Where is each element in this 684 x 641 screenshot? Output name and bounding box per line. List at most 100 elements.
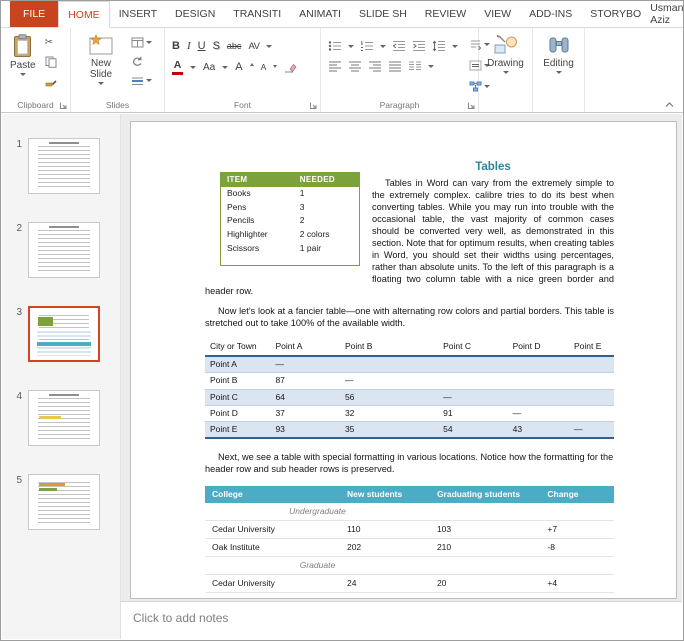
cell: 53: [430, 592, 540, 599]
column-header: ITEM: [221, 173, 294, 187]
italic-button[interactable]: I: [187, 40, 191, 52]
cell: [430, 503, 540, 521]
tab-home[interactable]: HOME: [58, 1, 110, 28]
group-clipboard: Paste ✂ Clipboard: [1, 28, 71, 112]
layout-button[interactable]: [129, 35, 154, 50]
chevron-down-icon: [556, 71, 562, 74]
drawing-button[interactable]: Drawing: [483, 31, 528, 74]
green-bordered-table[interactable]: ITEM NEEDED Books1 Pens3 Pencils2 Highli…: [220, 172, 360, 266]
chevron-down-icon: [503, 71, 509, 74]
font-color-swatch: [172, 72, 183, 75]
tab-file[interactable]: FILE: [10, 1, 58, 27]
underline-button[interactable]: U: [198, 40, 206, 52]
bold-button[interactable]: B: [172, 40, 180, 52]
thumbnail-item-1: 1: [14, 138, 120, 194]
slide-canvas[interactable]: ITEM NEEDED Books1 Pens3 Pencils2 Highli…: [130, 121, 677, 599]
cell: 1 pair: [294, 242, 359, 256]
table-row: Pens3: [221, 201, 359, 215]
thumbnail-item-4: 4: [14, 390, 120, 446]
cell: Cedar University: [205, 520, 340, 538]
chevron-down-icon: [146, 41, 152, 44]
numbering-button[interactable]: [360, 40, 374, 52]
new-slide-button[interactable]: New Slide: [75, 31, 127, 88]
slide-thumbnail-3-selected[interactable]: [28, 306, 100, 362]
paragraph-fancier-table[interactable]: Now let’s look at a fancier table—one wi…: [205, 306, 614, 330]
change-case-button[interactable]: Aa: [203, 62, 215, 73]
cell: 210: [430, 538, 540, 556]
line-spacing-button[interactable]: [432, 40, 446, 52]
decrease-indent-button[interactable]: [392, 40, 406, 52]
justify-button[interactable]: [388, 60, 402, 72]
grow-arrow-icon: [250, 63, 254, 66]
bullets-button[interactable]: [328, 40, 342, 52]
notes-pane[interactable]: Click to add notes: [121, 601, 682, 639]
cell: 56: [340, 389, 438, 405]
cell: [569, 389, 614, 405]
cell: 54: [438, 421, 508, 438]
shrink-font-button[interactable]: A: [261, 62, 267, 72]
dialog-launcher-icon[interactable]: [59, 101, 68, 110]
slide-number: 4: [14, 390, 22, 446]
tab-slideshow[interactable]: SLIDE SH: [350, 1, 416, 27]
format-painter-button[interactable]: [43, 73, 59, 88]
cell: —: [438, 389, 508, 405]
cell: 93: [270, 421, 340, 438]
new-slide-icon: [88, 34, 114, 56]
binoculars-find-icon: [547, 34, 571, 56]
chevron-down-icon: [190, 66, 196, 69]
align-left-button[interactable]: [328, 60, 342, 72]
copy-button[interactable]: [43, 54, 59, 69]
dialog-launcher-icon[interactable]: [309, 101, 318, 110]
cut-button[interactable]: ✂: [43, 35, 59, 50]
slide-thumbnail-panel: 1 2 3 4 5: [2, 114, 120, 639]
strikethrough-button[interactable]: abc: [227, 41, 242, 51]
align-center-button[interactable]: [348, 60, 362, 72]
tab-transitions[interactable]: TRANSITI: [224, 1, 290, 27]
slide-thumbnail-1[interactable]: [28, 138, 100, 194]
thumbnail-item-3: 3: [14, 306, 120, 362]
cell: Point D: [205, 405, 270, 421]
thumbnail-item-2: 2: [14, 222, 120, 278]
group-slides: New Slide Slides: [71, 28, 165, 112]
dialog-launcher-icon[interactable]: [467, 101, 476, 110]
user-account-name[interactable]: Usman Aziz: [650, 1, 684, 27]
clear-formatting-button[interactable]: [284, 61, 297, 73]
cell: 32: [340, 405, 438, 421]
tab-addins[interactable]: ADD-INS: [520, 1, 581, 27]
table-row: Elm College4353-10: [205, 592, 614, 599]
cell: Pencils: [221, 214, 294, 228]
tab-view[interactable]: VIEW: [475, 1, 520, 27]
tab-storyboarding[interactable]: STORYBO: [581, 1, 650, 27]
cell: 91: [438, 405, 508, 421]
font-color-button[interactable]: A: [172, 60, 183, 75]
slide-thumbnail-4[interactable]: [28, 390, 100, 446]
cell: 2: [294, 214, 359, 228]
slide-thumbnail-5[interactable]: [28, 474, 100, 530]
increase-indent-button[interactable]: [412, 40, 426, 52]
slide-layout-icon: [131, 37, 144, 48]
tab-animations[interactable]: ANIMATI: [290, 1, 350, 27]
text-shadow-button[interactable]: S: [213, 40, 220, 52]
tab-insert[interactable]: INSERT: [110, 1, 166, 27]
collapse-ribbon-button[interactable]: [664, 101, 675, 108]
slide-editor-area: ITEM NEEDED Books1 Pens3 Pencils2 Highli…: [120, 114, 682, 639]
align-right-button[interactable]: [368, 60, 382, 72]
distance-table[interactable]: City or Town Point A Point B Point C Poi…: [205, 340, 614, 438]
section-button[interactable]: [129, 73, 154, 88]
cell: +7: [540, 520, 614, 538]
editing-button[interactable]: Editing: [537, 31, 580, 74]
tab-design[interactable]: DESIGN: [166, 1, 224, 27]
cell: [569, 356, 614, 373]
columns-button[interactable]: [408, 60, 422, 72]
group-label-slides: Slides: [71, 100, 164, 110]
group-label-paragraph: Paragraph: [321, 100, 478, 110]
paragraph-special-formatting[interactable]: Next, we see a table with special format…: [205, 452, 614, 476]
table-row: Books1: [221, 187, 359, 201]
college-table[interactable]: College New students Graduating students…: [205, 486, 614, 599]
reset-button[interactable]: [129, 54, 154, 69]
character-spacing-button[interactable]: AV: [248, 41, 259, 52]
paste-button[interactable]: Paste: [5, 31, 41, 88]
grow-font-button[interactable]: A: [235, 61, 242, 73]
slide-thumbnail-2[interactable]: [28, 222, 100, 278]
tab-review[interactable]: REVIEW: [416, 1, 475, 27]
